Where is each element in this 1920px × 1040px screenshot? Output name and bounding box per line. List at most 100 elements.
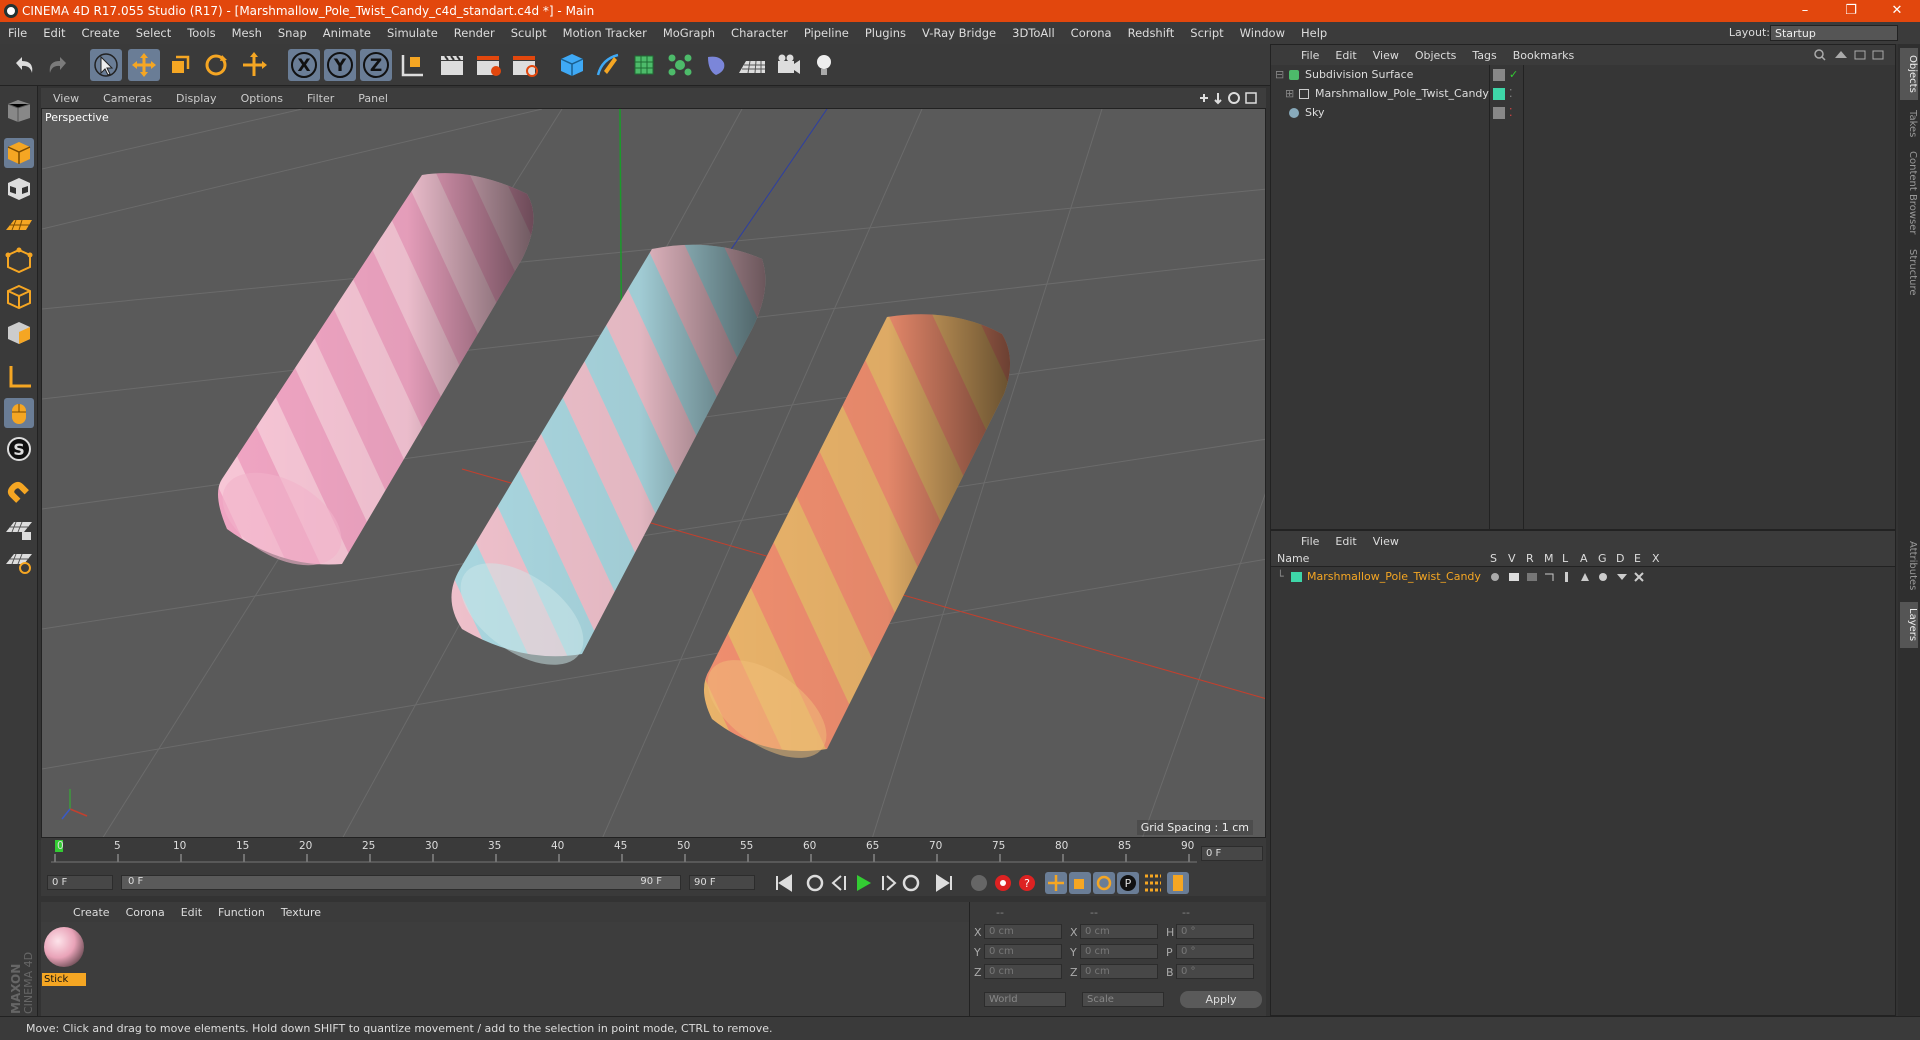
size-y-field[interactable]: 0 cm	[1080, 944, 1158, 959]
solo-mode-button[interactable]: S	[4, 434, 34, 464]
menu-window[interactable]: Window	[1232, 26, 1293, 40]
key-point-level-button[interactable]	[1145, 874, 1161, 892]
scale-tool-button[interactable]	[164, 49, 196, 81]
menu-3dtoall[interactable]: 3DToAll	[1004, 26, 1063, 40]
autokey-button[interactable]	[995, 875, 1011, 891]
time-range-slider[interactable]: 0 F 90 F	[121, 875, 681, 890]
make-editable-button[interactable]	[4, 96, 34, 126]
viewport-menu-panel[interactable]: Panel	[346, 92, 400, 105]
redo-button[interactable]	[42, 49, 74, 81]
undo-button[interactable]	[8, 49, 40, 81]
transform-tool-button[interactable]	[238, 49, 270, 81]
material-swatch[interactable]: Stick	[42, 924, 86, 986]
texture-mode-button[interactable]	[4, 174, 34, 204]
light-object-button[interactable]	[808, 49, 840, 81]
material-menu-function[interactable]: Function	[210, 906, 273, 919]
object-row-marshmallow[interactable]: ⊞ Marshmallow_Pole_Twist_Candy ⁚	[1271, 85, 1895, 103]
model-mode-button[interactable]	[4, 138, 34, 168]
object-manager-tools[interactable]	[1809, 48, 1889, 62]
close-button[interactable]: ✕	[1874, 0, 1920, 22]
coord-system-select[interactable]: World	[984, 992, 1066, 1007]
tab-structure[interactable]: Structure	[1900, 242, 1918, 302]
render-picture-viewer-button[interactable]	[472, 49, 504, 81]
y-axis-lock-button[interactable]: Y	[324, 49, 356, 81]
camera-object-button[interactable]	[772, 49, 804, 81]
layer-row[interactable]: └ Marshmallow_Pole_Twist_Candy	[1271, 568, 1895, 586]
layers-menu-view[interactable]: View	[1365, 535, 1407, 548]
layer-color-tag[interactable]	[1493, 88, 1505, 100]
viewport-navigation-icons[interactable]	[1196, 90, 1260, 106]
pen-spline-button[interactable]	[592, 49, 624, 81]
apply-button[interactable]: Apply	[1180, 991, 1262, 1008]
edges-mode-button[interactable]	[4, 282, 34, 312]
maximize-button[interactable]: ❐	[1828, 0, 1874, 22]
material-menu-create[interactable]: Create	[65, 906, 118, 919]
record-keys-button[interactable]	[971, 875, 987, 891]
key-parameter-button[interactable]: P	[1117, 872, 1139, 894]
deformer-button[interactable]	[700, 49, 732, 81]
menu-mograph[interactable]: MoGraph	[655, 26, 723, 40]
layers-menu-edit[interactable]: Edit	[1327, 535, 1364, 548]
key-scale-button[interactable]	[1069, 872, 1091, 894]
rotation-h-field[interactable]: 0 °	[1176, 924, 1254, 939]
material-menu-corona[interactable]: Corona	[118, 906, 173, 919]
objects-menu-tags[interactable]: Tags	[1464, 49, 1504, 62]
cloner-button[interactable]	[664, 49, 696, 81]
layer-color-swatch[interactable]	[1291, 572, 1302, 582]
coordinate-system-button[interactable]	[396, 49, 428, 81]
viewport-menu-filter[interactable]: Filter	[295, 92, 346, 105]
menu-plugins[interactable]: Plugins	[857, 26, 914, 40]
menu-simulate[interactable]: Simulate	[379, 26, 446, 40]
render-view-button[interactable]	[436, 49, 468, 81]
viewport-menu-display[interactable]: Display	[164, 92, 229, 105]
end-frame-field[interactable]: 90 F	[689, 875, 755, 890]
previous-key-button[interactable]	[806, 874, 824, 892]
menu-motion-tracker[interactable]: Motion Tracker	[555, 26, 655, 40]
tab-layers[interactable]: Layers	[1900, 602, 1918, 648]
layer-flag-icons[interactable]	[1489, 570, 1669, 584]
go-to-end-button[interactable]	[936, 874, 952, 892]
timeline-window-button[interactable]	[1167, 872, 1189, 894]
object-row-sky[interactable]: Sky ⁚	[1271, 104, 1895, 122]
minimize-button[interactable]: –	[1782, 0, 1828, 22]
live-selection-button[interactable]	[90, 49, 122, 81]
workplane-snap-button[interactable]	[4, 546, 34, 576]
snap-button[interactable]	[4, 478, 34, 508]
tree-expand-icon[interactable]: ⊞	[1285, 85, 1294, 103]
points-mode-button[interactable]	[4, 246, 34, 276]
key-rotation-button[interactable]	[1093, 872, 1115, 894]
menu-redshift[interactable]: Redshift	[1120, 26, 1183, 40]
subdivision-surface-button[interactable]	[628, 49, 660, 81]
x-axis-lock-button[interactable]: X	[288, 49, 320, 81]
menu-create[interactable]: Create	[74, 26, 128, 40]
z-axis-lock-button[interactable]: Z	[360, 49, 392, 81]
edit-flag-icon[interactable]	[1493, 69, 1505, 81]
floor-object-button[interactable]	[736, 49, 768, 81]
visibility-dots-icon[interactable]: ⁚	[1509, 85, 1513, 103]
tab-content-browser[interactable]: Content Browser	[1900, 148, 1918, 238]
check-icon[interactable]: ✓	[1509, 66, 1518, 84]
axis-mode-button[interactable]	[4, 362, 34, 392]
move-tool-button[interactable]	[128, 49, 160, 81]
tab-attributes[interactable]: Attributes	[1900, 534, 1918, 598]
timeline-ruler[interactable]: 0 5 10 15 20 25 30 35 40 45 50 55 60 65 …	[41, 838, 1266, 870]
menu-character[interactable]: Character	[723, 26, 796, 40]
edit-flag-icon[interactable]	[1493, 107, 1505, 119]
position-z-field[interactable]: 0 cm	[984, 964, 1062, 979]
objects-menu-bookmarks[interactable]: Bookmarks	[1505, 49, 1582, 62]
menu-pipeline[interactable]: Pipeline	[796, 26, 857, 40]
workplane-mode-button[interactable]	[4, 210, 34, 240]
layers-menu-file[interactable]: File	[1293, 535, 1327, 548]
menu-edit[interactable]: Edit	[35, 26, 73, 40]
viewport-menu-view[interactable]: View	[41, 92, 91, 105]
menu-help[interactable]: Help	[1293, 26, 1335, 40]
tree-expand-icon[interactable]: ⊟	[1275, 66, 1284, 84]
viewport-3d[interactable]: Perspective Grid Spacing : 1 cm	[41, 108, 1266, 838]
polygons-mode-button[interactable]	[4, 318, 34, 348]
render-settings-button[interactable]	[508, 49, 540, 81]
objects-menu-edit[interactable]: Edit	[1327, 49, 1364, 62]
object-row-subdivision[interactable]: ⊟ Subdivision Surface ✓	[1271, 66, 1895, 84]
menu-sculpt[interactable]: Sculpt	[503, 26, 555, 40]
layout-select[interactable]: Startup	[1770, 25, 1898, 41]
menu-vray-bridge[interactable]: V-Ray Bridge	[914, 26, 1004, 40]
